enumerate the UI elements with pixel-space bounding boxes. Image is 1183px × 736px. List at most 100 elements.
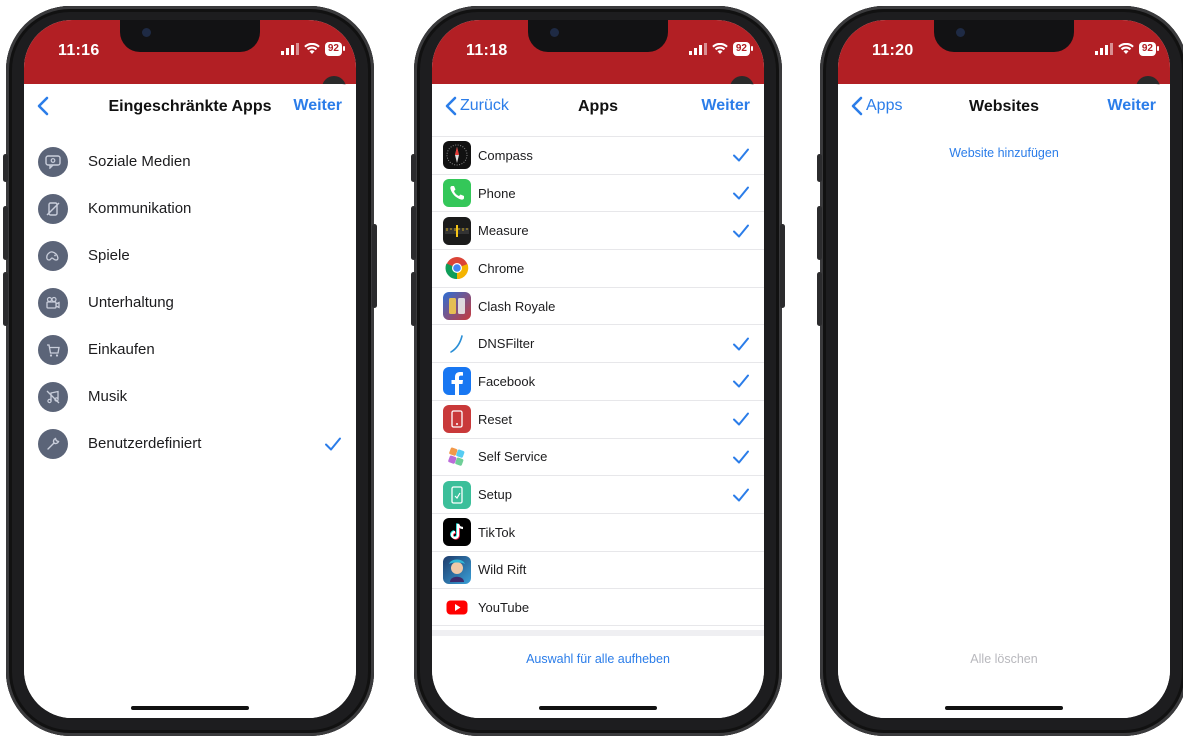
status-time: 11:18	[466, 42, 508, 59]
wifi-icon	[712, 43, 728, 54]
mute-switch	[817, 154, 822, 182]
checkmark-icon	[733, 412, 749, 426]
list-item[interactable]: Clash Royale	[432, 286, 764, 325]
youtube-icon	[443, 593, 471, 621]
battery-indicator: 92	[1138, 42, 1160, 56]
list-item[interactable]: Facebook	[432, 362, 764, 400]
app-label: Measure	[478, 223, 529, 239]
app-label: Wild Rift	[478, 562, 527, 578]
list-item[interactable]: Measure	[432, 211, 764, 249]
nav-bar: Eingeschränkte Apps Weiter	[24, 84, 356, 130]
screen: 11:20 92 Apps Websites Weiter Website hi…	[838, 20, 1170, 718]
phone-3: 11:20 92 Apps Websites Weiter Website hi…	[817, 6, 1183, 736]
status-time: 11:20	[872, 42, 914, 59]
list-item[interactable]: Phone	[432, 173, 764, 212]
back-button[interactable]: Apps	[850, 96, 902, 116]
list-item[interactable]: Soziale Medien	[24, 138, 356, 185]
list-item[interactable]: Spiele	[24, 232, 356, 279]
list-item[interactable]: Self Service	[432, 437, 764, 476]
reset-icon	[443, 405, 471, 434]
app-label: Clash Royale	[478, 298, 556, 314]
chat-bubble-icon	[38, 146, 68, 177]
setup-icon	[443, 480, 471, 509]
wifi-icon	[304, 43, 320, 54]
wifi-icon	[1118, 43, 1134, 54]
camera-icon	[550, 28, 559, 37]
status-time: 11:16	[58, 42, 100, 59]
list-item[interactable]: Reset	[432, 399, 764, 438]
back-label: Zurück	[460, 97, 509, 114]
phone-slash-icon	[38, 193, 68, 224]
deselect-all-button[interactable]: Auswahl für alle aufheben	[432, 652, 764, 666]
compass-icon	[443, 141, 471, 170]
list-item[interactable]: Compass	[432, 136, 764, 174]
footer-divider	[432, 630, 764, 636]
wrench-icon	[38, 428, 68, 459]
status-icons: 92	[1094, 42, 1160, 56]
volume-up-button	[3, 206, 8, 260]
measure-icon	[443, 216, 471, 245]
app-label: Facebook	[478, 373, 536, 389]
signal-icon	[688, 43, 707, 55]
list-item[interactable]: Kommunikation	[24, 185, 356, 232]
gamepad-icon	[38, 240, 68, 271]
back-label: Apps	[866, 97, 903, 114]
app-label: Chrome	[478, 260, 525, 276]
app-label: Setup	[478, 487, 512, 503]
screen: 11:18 92 Zurück Apps Weiter Compass Phon…	[432, 20, 764, 718]
clear-all-button[interactable]: Alle löschen	[838, 652, 1170, 666]
list-item[interactable]: Musik	[24, 373, 356, 420]
list-item[interactable]: Unterhaltung	[24, 279, 356, 326]
status-bar: 11:16 92	[24, 20, 356, 92]
list-item[interactable]: YouTube	[432, 588, 764, 626]
wild-rift-icon	[443, 555, 471, 584]
content: Apps Websites Weiter Website hinzufügen …	[838, 84, 1170, 718]
add-website-button[interactable]: Website hinzufügen	[838, 146, 1170, 160]
list-item[interactable]: TikTok	[432, 512, 764, 551]
next-button[interactable]: Weiter	[293, 97, 342, 115]
chrome-icon	[443, 254, 471, 282]
dnsfilter-icon	[443, 330, 471, 358]
music-off-icon	[38, 381, 68, 412]
checkmark-icon	[733, 450, 749, 464]
phone-2: 11:18 92 Zurück Apps Weiter Compass Phon…	[411, 6, 785, 736]
list-item[interactable]: Setup	[432, 475, 764, 513]
list-item[interactable]: Wild Rift	[432, 550, 764, 589]
category-label: Benutzerdefiniert	[88, 435, 202, 452]
clash-royale-icon	[443, 292, 471, 321]
next-button[interactable]: Weiter	[701, 97, 750, 115]
camera-icon	[142, 28, 151, 37]
app-list: Compass Phone Measure Chrome Clash Royal…	[432, 136, 764, 626]
nav-bar: Zurück Apps Weiter	[432, 84, 764, 130]
category-label: Einkaufen	[88, 341, 155, 358]
list-item[interactable]: Einkaufen	[24, 326, 356, 373]
tiktok-icon	[443, 518, 471, 547]
signal-icon	[1094, 43, 1113, 55]
back-button[interactable]: Zurück	[444, 96, 509, 116]
video-camera-icon	[38, 287, 68, 318]
category-label: Soziale Medien	[88, 153, 191, 170]
volume-up-button	[411, 206, 416, 260]
app-label: Reset	[478, 411, 512, 427]
status-bar: 11:20 92	[838, 20, 1170, 92]
next-button[interactable]: Weiter	[1107, 97, 1156, 115]
camera-icon	[956, 28, 965, 37]
checkmark-icon	[733, 224, 749, 238]
checkmark-icon	[733, 374, 749, 388]
list-item[interactable]: Benutzerdefiniert	[24, 420, 356, 467]
status-bar: 11:18 92	[432, 20, 764, 92]
checkmark-icon	[733, 148, 749, 162]
back-button[interactable]	[36, 96, 52, 116]
volume-down-button	[817, 272, 822, 326]
list-item[interactable]: DNSFilter	[432, 324, 764, 362]
status-icons: 92	[688, 42, 754, 56]
phone-1: 11:16 92 Eingeschränkte Apps Weiter Sozi…	[3, 6, 377, 736]
home-indicator	[945, 706, 1063, 710]
battery-indicator: 92	[732, 42, 754, 56]
screen: 11:16 92 Eingeschränkte Apps Weiter Sozi…	[24, 20, 356, 718]
list-item[interactable]: Chrome	[432, 249, 764, 287]
battery-indicator: 92	[324, 42, 346, 56]
chevron-left-icon	[445, 96, 457, 116]
chevron-left-icon	[851, 96, 863, 116]
mute-switch	[411, 154, 416, 182]
